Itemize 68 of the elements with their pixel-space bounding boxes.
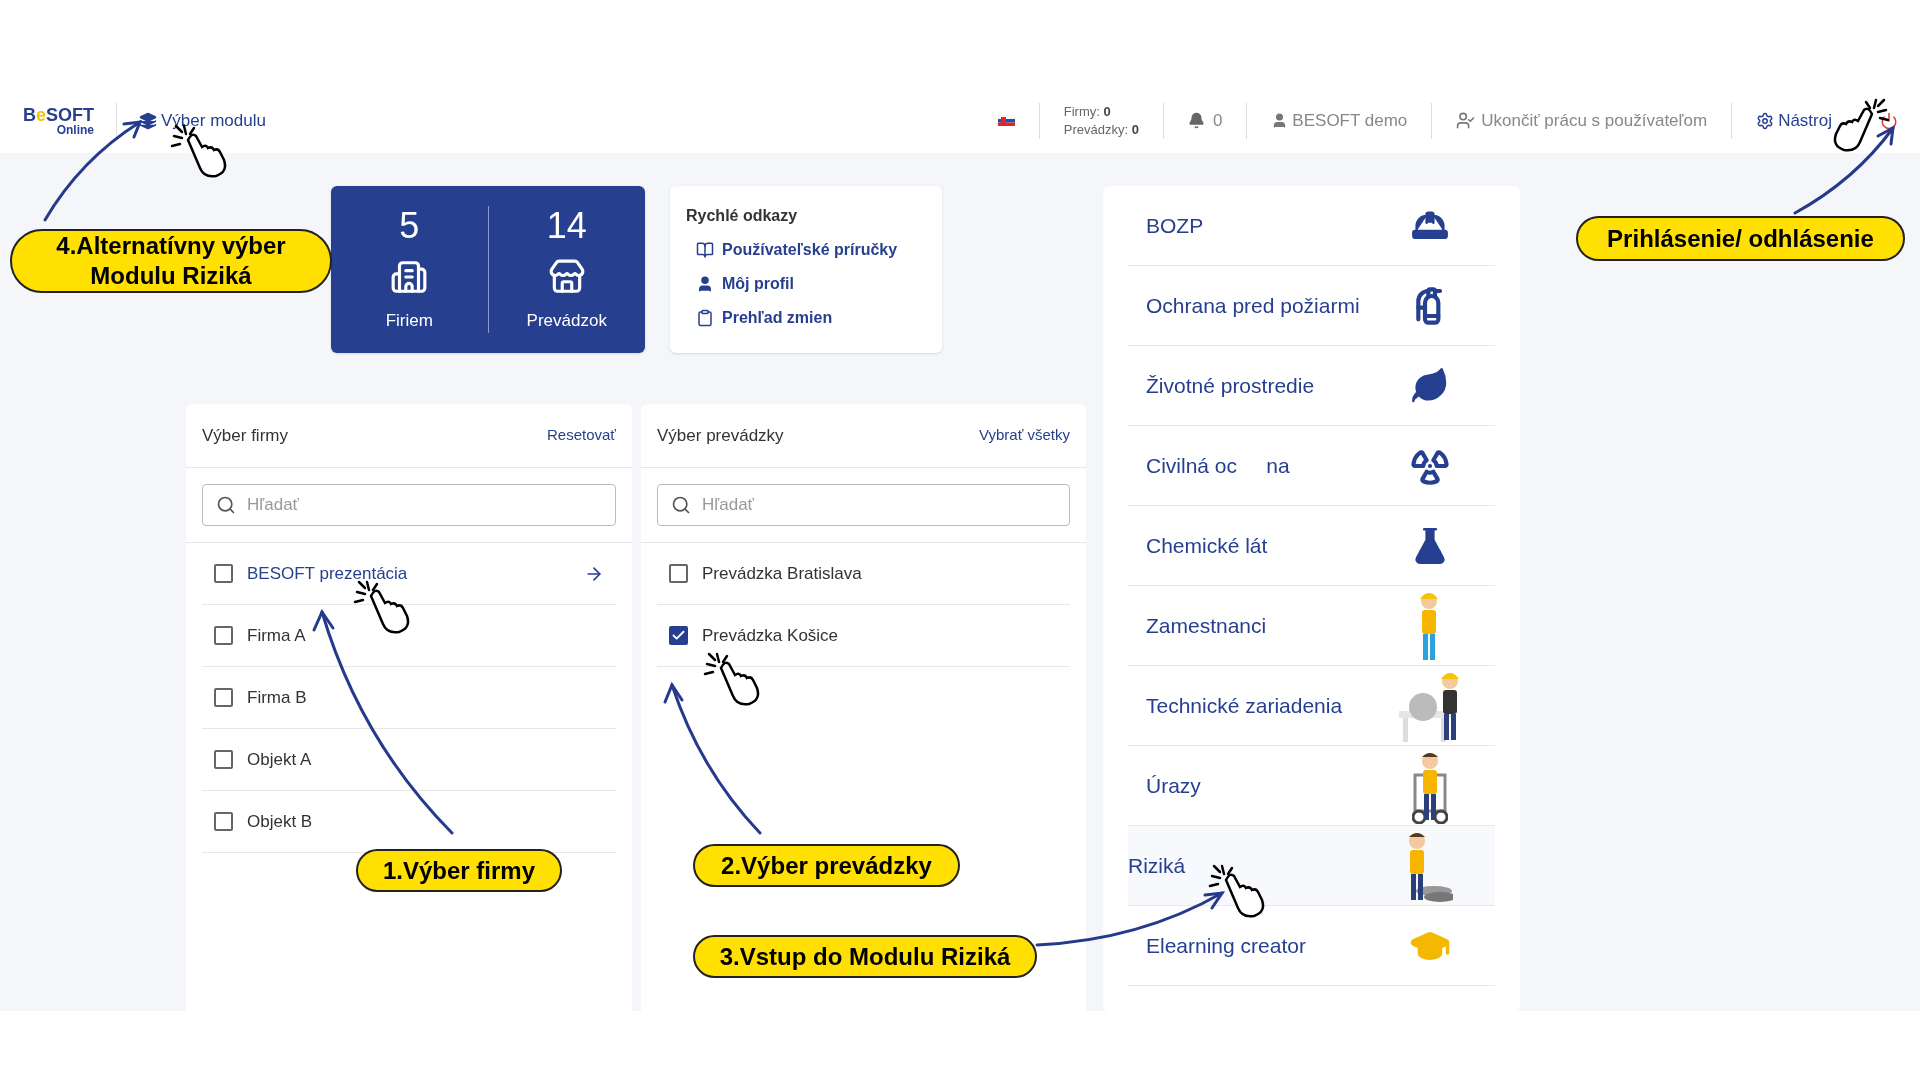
- book-icon: [696, 241, 714, 259]
- stat-value: 14: [546, 206, 587, 246]
- end-session-link[interactable]: Ukončiť prácu s používateľom: [1456, 107, 1708, 134]
- company-name: Objekt A: [247, 748, 313, 771]
- panel-action-link[interactable]: Vybrať všetky: [979, 424, 1070, 447]
- checkbox[interactable]: [669, 564, 688, 583]
- module-name: Chemické lát: [1146, 532, 1269, 559]
- layers-icon: [139, 111, 157, 130]
- tools-menu[interactable]: Nástroj: [1756, 107, 1832, 134]
- callout-label: 1.Výber firmy: [356, 849, 562, 892]
- notifications-button[interactable]: 0: [1187, 107, 1223, 134]
- stat-label: Firiem: [385, 309, 433, 332]
- card-title: Rychlé odkazy: [686, 206, 799, 226]
- search-icon: [671, 495, 691, 515]
- checkbox[interactable]: [214, 688, 233, 707]
- checkbox[interactable]: [214, 564, 233, 583]
- module-name: Ochrana pred požiarmi: [1146, 292, 1361, 319]
- search-field[interactable]: Hľadať: [657, 484, 1070, 526]
- module-name: Zamestnanci: [1146, 612, 1268, 639]
- stat-value: 5: [399, 206, 420, 246]
- quick-link[interactable]: Používateľské príručky: [686, 238, 926, 262]
- company-name: Firma A: [247, 624, 307, 647]
- company-name: BESOFT prezentácia: [247, 562, 409, 585]
- person-icon: [696, 275, 714, 293]
- panel-title: Výber firmy: [202, 424, 288, 447]
- user-check-icon: [1456, 111, 1476, 130]
- module-select-link[interactable]: Výber modulu: [139, 107, 266, 134]
- quick-link[interactable]: Prehľad zmien: [686, 306, 926, 330]
- module-name: Riziká: [1128, 852, 1187, 879]
- checkbox[interactable]: [214, 626, 233, 645]
- count-label: Firmy: 0: [1063, 102, 1112, 121]
- module-name: Technické zariadenia: [1146, 692, 1344, 719]
- checkbox[interactable]: [214, 812, 233, 831]
- bell-icon: [1187, 112, 1205, 129]
- branch-name: Prevádzka Bratislava: [702, 562, 862, 585]
- stat-label: Prevádzok: [526, 309, 607, 332]
- branch-row[interactable]: Prevádzka Bratislava: [657, 543, 1070, 605]
- flag-icon[interactable]: [997, 115, 1015, 126]
- company-name: Objekt B: [247, 810, 314, 833]
- clipboard-icon: [696, 309, 714, 327]
- callout-label: 2.Výber prevádzky: [693, 844, 960, 887]
- panel-title: Výber prevádzky: [657, 424, 784, 447]
- company-row[interactable]: Firma B: [202, 667, 616, 729]
- count-label: Prevádzky: 0: [1063, 120, 1139, 139]
- module-name: Úrazy: [1146, 772, 1202, 799]
- module-name: Civilná oc na: [1146, 452, 1291, 479]
- module-name: Životné prostredie: [1146, 372, 1316, 399]
- panel-action-link[interactable]: Resetovať: [547, 424, 616, 447]
- store-icon: [547, 257, 586, 296]
- module-name: BOZP: [1146, 212, 1205, 239]
- power-icon[interactable]: [1880, 111, 1898, 130]
- callout-label: 4.Alternatívny výber Modulu Riziká: [10, 229, 332, 293]
- callout-label: 3.Vstup do Modulu Riziká: [693, 935, 1037, 978]
- callout-label: Prihlásenie/ odhlásenie: [1576, 216, 1905, 261]
- quick-link[interactable]: Môj profil: [686, 272, 926, 296]
- module-item[interactable]: Riziká: [1128, 826, 1495, 906]
- checkbox[interactable]: [669, 626, 688, 645]
- module-name: Elearning creator: [1146, 932, 1307, 959]
- besoft-logo[interactable]: BeSOFT Online: [18, 105, 94, 136]
- branch-name: Prevádzka Košice: [702, 624, 839, 647]
- company-row[interactable]: Objekt A: [202, 729, 616, 791]
- search-field[interactable]: Hľadať: [202, 484, 616, 526]
- user-menu[interactable]: BESOFT demo: [1271, 107, 1408, 134]
- search-icon: [216, 495, 236, 515]
- branch-row[interactable]: Prevádzka Košice: [657, 605, 1070, 667]
- company-name: Firma B: [247, 686, 308, 709]
- checkbox[interactable]: [214, 750, 233, 769]
- settings-icon: [1756, 111, 1775, 130]
